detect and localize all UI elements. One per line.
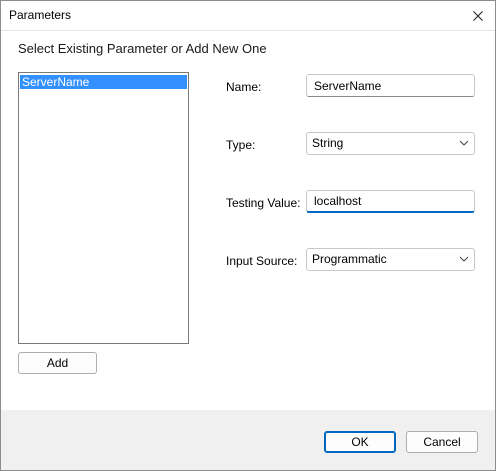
cancel-button[interactable]: Cancel bbox=[406, 431, 478, 453]
instruction-heading: Select Existing Parameter or Add New One bbox=[18, 41, 267, 56]
name-field[interactable] bbox=[306, 74, 475, 97]
dialog-content: Select Existing Parameter or Add New One… bbox=[1, 31, 495, 410]
type-select[interactable]: String bbox=[306, 132, 475, 155]
testing-value-label: Testing Value: bbox=[226, 196, 301, 210]
parameters-dialog: Parameters Select Existing Parameter or … bbox=[0, 0, 496, 471]
close-button[interactable] bbox=[461, 1, 495, 30]
chevron-down-icon bbox=[459, 140, 469, 146]
type-label: Type: bbox=[226, 138, 256, 152]
parameter-list[interactable]: ServerName bbox=[18, 72, 189, 344]
close-icon bbox=[473, 10, 483, 21]
type-select-value: String bbox=[312, 136, 344, 150]
window-title: Parameters bbox=[9, 8, 72, 22]
chevron-down-icon bbox=[459, 256, 469, 262]
list-item-servername[interactable]: ServerName bbox=[20, 75, 187, 89]
input-source-select-value: Programmatic bbox=[312, 252, 387, 266]
add-button[interactable]: Add bbox=[18, 352, 97, 374]
testing-value-field[interactable] bbox=[306, 190, 475, 213]
input-source-label: Input Source: bbox=[226, 254, 298, 268]
ok-button[interactable]: OK bbox=[324, 431, 396, 453]
name-label: Name: bbox=[226, 80, 262, 94]
input-source-select[interactable]: Programmatic bbox=[306, 248, 475, 271]
title-bar: Parameters bbox=[1, 1, 495, 31]
